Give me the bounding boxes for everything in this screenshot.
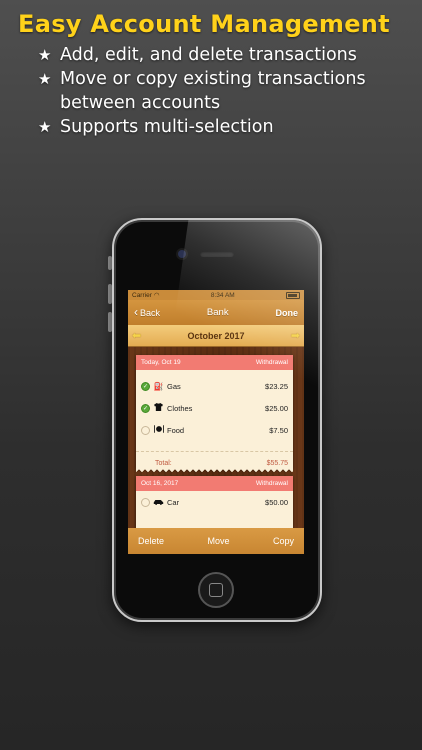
feature-text: Move or copy existing transactions (60, 69, 366, 89)
transaction-row[interactable]: Car $50.00 (136, 491, 293, 513)
star-icon: ★ (38, 118, 52, 136)
transaction-amount: $23.25 (265, 381, 288, 391)
nav-bar: ‹ Back Bank Done (128, 300, 304, 325)
total-label: Total: (155, 459, 172, 467)
shirt-icon (153, 403, 164, 413)
checkmark-icon[interactable]: ✓ (141, 403, 150, 413)
feature-text: Add, edit, and delete transactions (60, 45, 357, 65)
bottom-toolbar: Delete Move Copy (128, 528, 304, 554)
transaction-group: Today, Oct 19 Withdrawal ✓ ⛽ Gas $23.25 … (136, 355, 293, 473)
delete-button[interactable]: Delete (138, 536, 164, 546)
app-screen: Carrier ◠ 8:34 AM ‹ Back Bank Done ⬅ Oct… (128, 290, 304, 554)
phone-device: Carrier ◠ 8:34 AM ‹ Back Bank Done ⬅ Oct… (112, 218, 322, 622)
transaction-amount: $7.50 (269, 425, 288, 435)
copy-button[interactable]: Copy (273, 536, 294, 546)
checkmark-icon[interactable]: ✓ (141, 381, 150, 391)
nav-title: Bank (206, 307, 229, 318)
feature-item: ★ Add, edit, and delete transactions (38, 43, 418, 67)
group-date: Oct 16, 2017 (141, 480, 179, 487)
transaction-name: Clothes (167, 403, 193, 413)
receipt-edge (136, 469, 293, 473)
month-label: October 2017 (187, 330, 245, 341)
status-bar: Carrier ◠ 8:34 AM (128, 290, 304, 300)
home-button[interactable] (198, 572, 234, 608)
checkbox-empty-icon[interactable] (141, 425, 150, 435)
feature-item: ★ Move or copy existing transactions bet… (38, 67, 418, 115)
transaction-name: Gas (167, 381, 181, 391)
transaction-list[interactable]: Today, Oct 19 Withdrawal ✓ ⛽ Gas $23.25 … (128, 347, 304, 528)
carrier: Carrier ◠ (132, 291, 160, 300)
transaction-row[interactable]: Food $7.50 (136, 419, 293, 441)
transaction-name: Car (167, 497, 180, 507)
feature-list: ★ Add, edit, and delete transactions ★ M… (38, 43, 418, 139)
feature-text: Supports multi-selection (60, 117, 274, 137)
back-button[interactable]: ‹ Back (134, 305, 161, 319)
plate-icon (153, 425, 164, 435)
battery-icon (286, 291, 300, 299)
group-type: Withdrawal (255, 359, 288, 366)
back-label: Back (140, 307, 161, 318)
transaction-row[interactable]: ✓ ⛽ Gas $23.25 (136, 375, 293, 397)
wifi-icon: ◠ (153, 292, 160, 299)
transaction-name: Food (167, 425, 185, 435)
star-icon: ★ (38, 46, 52, 64)
front-camera (178, 250, 186, 258)
transaction-group: Oct 16, 2017 Withdrawal Car $50.00 (136, 476, 293, 528)
carrier-label: Carrier (132, 291, 152, 299)
fuel-pump-icon: ⛽ (153, 381, 164, 391)
move-button[interactable]: Move (207, 536, 229, 546)
transaction-amount: $50.00 (265, 497, 288, 507)
transaction-amount: $25.00 (265, 403, 288, 413)
checkbox-empty-icon[interactable] (141, 497, 150, 507)
feature-text: between accounts (60, 93, 221, 113)
transaction-row[interactable]: ✓ Clothes $25.00 (136, 397, 293, 419)
total-amount: $55.75 (266, 459, 288, 467)
earpiece-speaker (200, 251, 234, 257)
group-header: Today, Oct 19 Withdrawal (136, 355, 293, 370)
chevron-left-icon: ‹ (134, 305, 138, 319)
car-icon (153, 498, 164, 507)
group-date: Today, Oct 19 (141, 359, 181, 366)
status-time: 8:34 AM (210, 291, 235, 299)
arrow-left-icon[interactable]: ⬅ (132, 329, 141, 342)
star-icon: ★ (38, 70, 52, 88)
promo-headline: Easy Account Management (18, 10, 390, 38)
group-type: Withdrawal (255, 480, 288, 487)
arrow-right-icon[interactable]: ➡ (291, 329, 300, 342)
group-header: Oct 16, 2017 Withdrawal (136, 476, 293, 491)
done-button[interactable]: Done (275, 308, 298, 318)
month-bar: ⬅ October 2017 ➡ (128, 325, 304, 347)
feature-item: ★ Supports multi-selection (38, 115, 418, 139)
